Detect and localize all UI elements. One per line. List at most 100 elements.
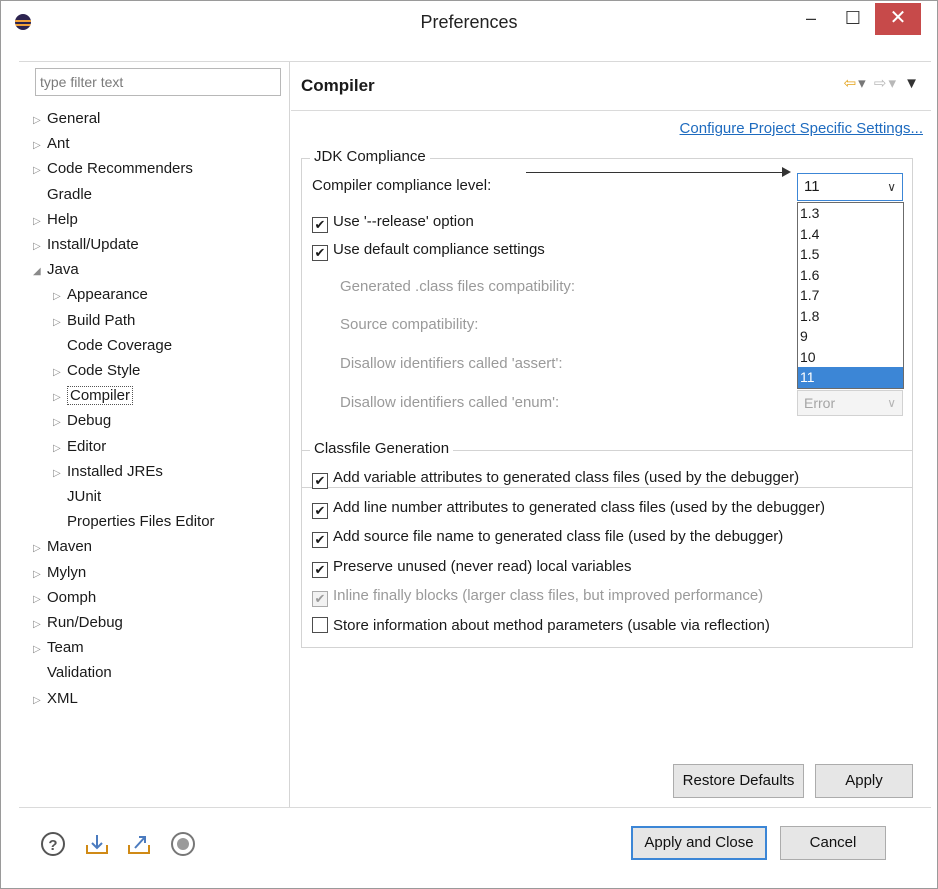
- tree-item[interactable]: ▷ Code Style: [53, 358, 140, 383]
- expand-arrow-icon[interactable]: ▷: [53, 436, 67, 461]
- tree-item[interactable]: Validation: [33, 660, 112, 685]
- apply-and-close-button[interactable]: Apply and Close: [631, 826, 767, 860]
- expand-arrow-icon[interactable]: ▷: [33, 234, 47, 259]
- tree-item[interactable]: ▷ Install/Update: [33, 232, 139, 257]
- classfile-option-row[interactable]: ✔ Add source file name to generated class…: [312, 528, 783, 548]
- collapse-arrow-icon[interactable]: ◢: [33, 259, 47, 284]
- help-icon[interactable]: ?: [39, 830, 67, 858]
- tree-item[interactable]: ▷ Maven: [33, 534, 92, 559]
- classfile-option-checkbox[interactable]: ✔: [312, 502, 328, 519]
- compliance-option[interactable]: 9: [798, 326, 903, 347]
- classfile-option-row[interactable]: Store information about method parameter…: [312, 616, 770, 634]
- tree-item-label: Code Recommenders: [47, 160, 193, 178]
- expand-arrow-icon[interactable]: ▷: [53, 410, 67, 435]
- expand-arrow-icon[interactable]: ▷: [53, 360, 67, 385]
- forward-menu-icon[interactable]: ▾: [888, 75, 898, 92]
- default-settings-row[interactable]: ✔ Use default compliance settings: [312, 241, 545, 261]
- tree-item[interactable]: ▷ Code Recommenders: [33, 156, 193, 181]
- tree-item[interactable]: Properties Files Editor: [53, 509, 215, 534]
- compliance-option[interactable]: 1.7: [798, 285, 903, 306]
- default-settings-checkbox[interactable]: ✔: [312, 245, 328, 261]
- compliance-option[interactable]: 1.5: [798, 244, 903, 265]
- classfile-option-checkbox[interactable]: ✔: [312, 473, 328, 489]
- tree-item[interactable]: Code Coverage: [53, 333, 172, 358]
- tree-item-label: Build Path: [67, 311, 136, 329]
- classfile-option-checkbox[interactable]: ✔: [312, 561, 328, 578]
- tree-item[interactable]: ▷ Run/Debug: [33, 610, 123, 635]
- tree-item[interactable]: ▷ XML: [33, 686, 78, 711]
- record-icon[interactable]: [169, 830, 197, 858]
- back-menu-icon[interactable]: ▾: [858, 75, 868, 92]
- tree-item[interactable]: Gradle: [33, 182, 92, 207]
- expand-arrow-icon[interactable]: ▷: [33, 688, 47, 713]
- tree-item[interactable]: ◢ Java: [33, 257, 79, 282]
- classfile-option-row[interactable]: ✔ Add variable attributes to generated cl…: [312, 469, 799, 489]
- minimize-button[interactable]: –: [791, 3, 831, 35]
- expand-arrow-icon[interactable]: ▷: [33, 209, 47, 234]
- tree-item[interactable]: ▷ Installed JREs: [53, 459, 163, 484]
- svg-text:?: ?: [48, 837, 57, 854]
- maximize-button[interactable]: ☐: [833, 3, 873, 35]
- compliance-option[interactable]: 10: [798, 347, 903, 368]
- filter-input[interactable]: [35, 68, 281, 96]
- tree-item[interactable]: ▷ Compiler: [53, 383, 134, 410]
- classfile-option-label: Add line number attributes to generated …: [333, 498, 825, 516]
- configure-project-settings-link[interactable]: Configure Project Specific Settings...: [680, 120, 923, 137]
- forward-arrow-icon[interactable]: ⇨: [874, 75, 889, 92]
- expand-arrow-icon[interactable]: ▷: [53, 461, 67, 486]
- apply-button[interactable]: Apply: [815, 764, 913, 798]
- classfile-option-checkbox[interactable]: ✔: [312, 532, 328, 548]
- expand-arrow-icon[interactable]: ▷: [33, 612, 47, 637]
- import-icon[interactable]: [83, 830, 111, 858]
- close-button[interactable]: ✕: [875, 3, 921, 35]
- compliance-option[interactable]: 1.8: [798, 306, 903, 327]
- tree-item[interactable]: ▷ Debug: [53, 408, 111, 433]
- tree-item-label: Mylyn: [47, 563, 87, 581]
- classfile-option-row[interactable]: ✔ Add line number attributes to generated…: [312, 499, 825, 519]
- compiler-page: Compiler ⇦▾ ⇨▾ ▼ Configure Project Speci…: [291, 62, 931, 807]
- tree-item-label: Validation: [47, 664, 112, 682]
- compliance-option[interactable]: 1.4: [798, 224, 903, 245]
- tree-item[interactable]: ▷ Mylyn: [33, 560, 86, 585]
- expand-arrow-icon[interactable]: ▷: [53, 310, 67, 335]
- tree-item[interactable]: ▷ General: [33, 106, 100, 131]
- enum-label: Disallow identifiers called 'enum':: [340, 394, 560, 411]
- tree-item[interactable]: ▷ Team: [33, 635, 84, 660]
- release-option-row[interactable]: ✔ Use '--release' option: [312, 213, 474, 233]
- classfile-option-checkbox[interactable]: [312, 616, 328, 633]
- enum-select: Error ∨: [797, 390, 903, 416]
- restore-defaults-button[interactable]: Restore Defaults: [673, 764, 804, 798]
- tree-item[interactable]: ▷ Appearance: [53, 282, 148, 307]
- tree-item[interactable]: ▷ Ant: [33, 131, 70, 156]
- compliance-option[interactable]: 11: [798, 367, 903, 388]
- expand-arrow-icon[interactable]: ▷: [33, 108, 47, 133]
- cancel-button[interactable]: Cancel: [780, 826, 886, 860]
- tree-item[interactable]: ▷ Build Path: [53, 308, 135, 333]
- classfile-option-label: Preserve unused (never read) local varia…: [333, 557, 632, 575]
- expand-arrow-icon[interactable]: ▷: [33, 158, 47, 183]
- release-option-checkbox[interactable]: ✔: [312, 217, 328, 233]
- compliance-level-select[interactable]: 11 ∨: [797, 173, 903, 201]
- expand-arrow-icon[interactable]: ▷: [33, 587, 47, 612]
- view-menu-icon[interactable]: ▼: [904, 75, 921, 92]
- expand-arrow-icon[interactable]: ▷: [53, 385, 67, 410]
- expand-arrow-icon[interactable]: ▷: [33, 133, 47, 158]
- expand-arrow-icon[interactable]: ▷: [53, 284, 67, 309]
- tree-item-label: Code Coverage: [67, 336, 173, 354]
- back-arrow-icon[interactable]: ⇦: [844, 75, 859, 92]
- tree-item[interactable]: ▷ Oomph: [33, 585, 96, 610]
- expand-arrow-icon[interactable]: ▷: [33, 562, 47, 587]
- tree-item[interactable]: ▷ Help: [33, 207, 78, 232]
- compliance-option[interactable]: 1.6: [798, 265, 903, 286]
- assert-label: Disallow identifiers called 'assert':: [340, 355, 563, 372]
- classfile-generation-group: Classfile Generation ✔ Add variable attri…: [301, 440, 913, 648]
- tree-item[interactable]: ▷ Editor: [53, 434, 106, 459]
- expand-arrow-icon[interactable]: ▷: [33, 637, 47, 662]
- classfile-option-label: Store information about method parameter…: [333, 616, 770, 634]
- export-icon[interactable]: [125, 830, 153, 858]
- compliance-option[interactable]: 1.3: [798, 203, 903, 224]
- expand-arrow-icon[interactable]: ▷: [33, 536, 47, 561]
- tree-item[interactable]: JUnit: [53, 484, 101, 509]
- title-separator: [291, 110, 931, 111]
- classfile-option-row[interactable]: ✔ Preserve unused (never read) local vari…: [312, 558, 631, 578]
